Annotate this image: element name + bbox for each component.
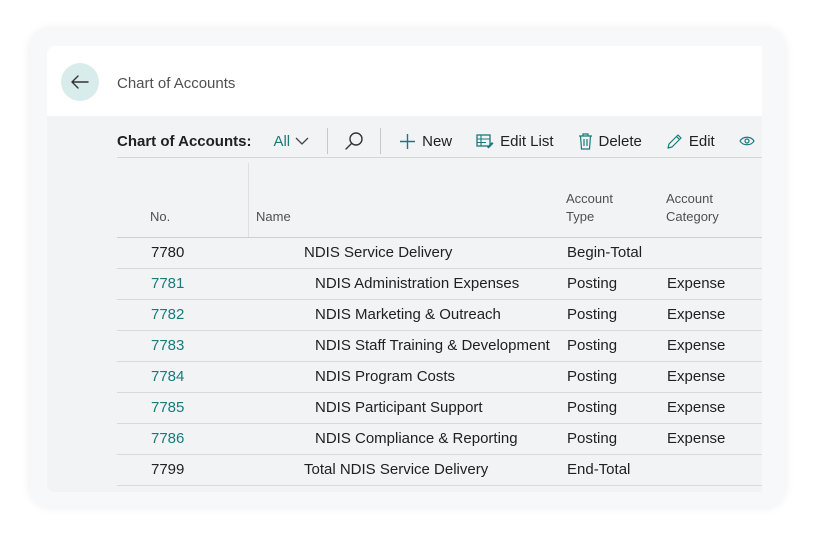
account-type: Posting — [567, 306, 618, 323]
account-type: Posting — [567, 430, 618, 447]
toolbar-separator — [327, 128, 329, 154]
column-header-name[interactable]: Name — [256, 208, 291, 226]
account-type: End-Total — [567, 461, 631, 478]
back-button[interactable] — [61, 63, 99, 101]
header-text: Category — [666, 209, 719, 224]
account-name: NDIS Administration Expenses — [315, 275, 520, 292]
column-header-no[interactable]: No. — [150, 208, 170, 226]
delete-button[interactable]: Delete — [578, 133, 642, 150]
header-text: Account — [666, 191, 713, 206]
table-row[interactable]: 7786 NDIS Compliance & Reporting Posting… — [117, 424, 762, 455]
column-header-account-category[interactable]: Account Category — [666, 190, 719, 226]
edit-list-label: Edit List — [500, 132, 554, 150]
header-text: Account — [566, 191, 613, 206]
account-category: Expense — [667, 430, 726, 447]
filter-value: All — [273, 132, 291, 150]
account-no-link[interactable]: 7781 — [151, 275, 184, 292]
toolbar-divider — [117, 157, 762, 158]
account-no-link[interactable]: 7782 — [151, 306, 184, 323]
account-type: Posting — [567, 337, 618, 354]
account-name: NDIS Compliance & Reporting — [315, 430, 518, 447]
account-name: NDIS Service Delivery — [304, 244, 453, 261]
table-row[interactable]: 7781 NDIS Administration Expenses Postin… — [117, 269, 762, 300]
search-icon — [345, 132, 363, 150]
account-category: Expense — [667, 306, 726, 323]
table-header: No. Name Account Type Account Category — [117, 159, 762, 238]
account-category: Expense — [667, 399, 726, 416]
content-area: Chart of Accounts: All New Edit List Del… — [47, 116, 762, 492]
edit-button[interactable]: Edit — [666, 133, 715, 150]
column-divider — [248, 163, 249, 237]
account-category: Expense — [667, 337, 726, 354]
header-text: Type — [566, 209, 595, 224]
table-row[interactable]: 7785 NDIS Participant Support Posting Ex… — [117, 393, 762, 424]
accounts-table: No. Name Account Type Account Category 7… — [117, 159, 762, 486]
account-no-link[interactable]: 7786 — [151, 430, 184, 447]
account-name: NDIS Program Costs — [315, 368, 456, 385]
pencil-icon — [667, 133, 682, 149]
account-no-link[interactable]: 7784 — [151, 368, 184, 385]
table-row[interactable]: 7784 NDIS Program Costs Posting Expense — [117, 362, 762, 393]
edit-label: Edit — [688, 132, 715, 150]
chevron-down-icon — [295, 137, 309, 145]
account-name: Total NDIS Service Delivery — [304, 461, 489, 478]
view-button[interactable] — [739, 134, 755, 148]
trash-icon — [578, 132, 592, 150]
column-header-account-type[interactable]: Account Type — [566, 190, 613, 226]
page-panel: Chart of Accounts Chart of Accounts: All — [47, 46, 762, 492]
table-row[interactable]: 7780 NDIS Service Delivery Begin-Total — [117, 238, 762, 269]
account-name: NDIS Marketing & Outreach — [315, 306, 501, 323]
arrow-left-icon — [71, 75, 89, 89]
account-no-link[interactable]: 7783 — [151, 337, 184, 354]
page-title: Chart of Accounts — [117, 75, 236, 92]
account-category: Expense — [667, 368, 726, 385]
eye-icon — [739, 136, 755, 146]
account-name: NDIS Staff Training & Development — [315, 337, 550, 354]
account-no-link[interactable]: 7785 — [151, 399, 184, 416]
list-caption: Chart of Accounts: — [117, 132, 252, 150]
header-bar: Chart of Accounts — [47, 46, 762, 116]
account-type: Posting — [567, 368, 618, 385]
toolbar-separator — [380, 128, 382, 154]
account-no[interactable]: 7799 — [151, 461, 184, 478]
account-type: Posting — [567, 275, 618, 292]
filter-dropdown[interactable]: All — [273, 133, 309, 150]
action-bar: Chart of Accounts: All New Edit List Del… — [117, 124, 762, 158]
table-row[interactable]: 7799 Total NDIS Service Delivery End-Tot… — [117, 455, 762, 486]
new-button[interactable]: New — [399, 133, 452, 150]
account-category: Expense — [667, 275, 726, 292]
account-no[interactable]: 7780 — [151, 244, 184, 261]
account-type: Begin-Total — [567, 244, 643, 261]
table-row[interactable]: 7783 NDIS Staff Training & Development P… — [117, 331, 762, 362]
new-label: New — [422, 132, 453, 150]
edit-list-icon — [476, 134, 494, 149]
plus-icon — [400, 133, 416, 149]
delete-label: Delete — [598, 132, 642, 150]
account-type: Posting — [567, 399, 618, 416]
table-row[interactable]: 7782 NDIS Marketing & Outreach Posting E… — [117, 300, 762, 331]
account-name: NDIS Participant Support — [315, 399, 483, 416]
search-button[interactable] — [344, 131, 364, 151]
edit-list-button[interactable]: Edit List — [476, 132, 554, 150]
